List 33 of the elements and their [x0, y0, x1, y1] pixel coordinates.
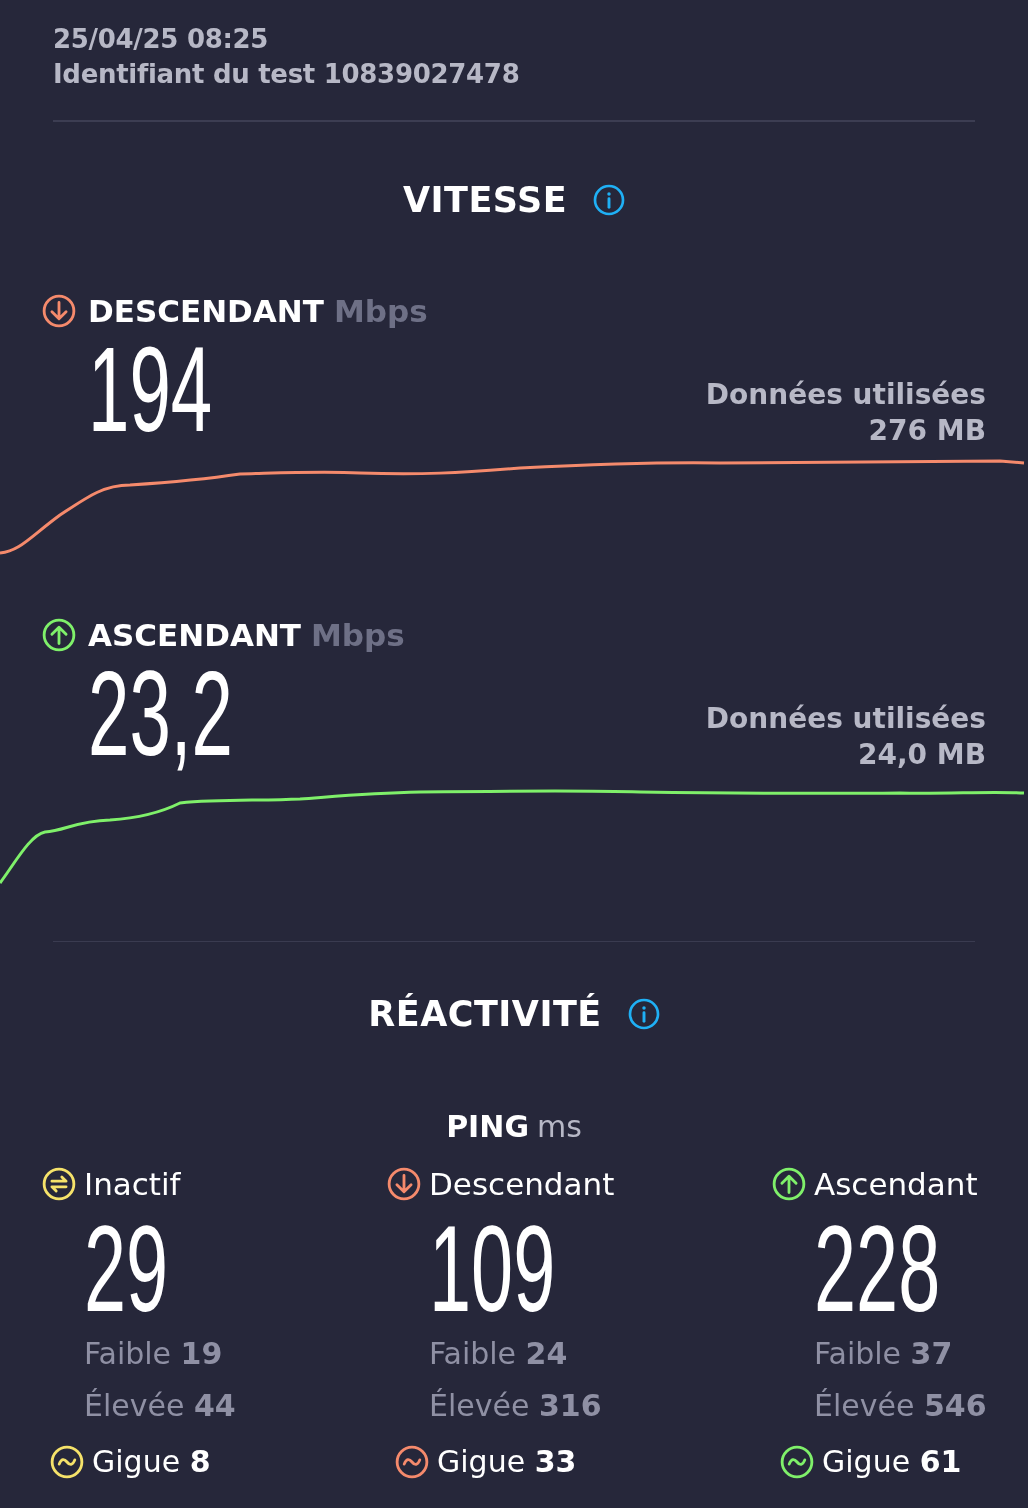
jitter-text: Gigue 33 [437, 1444, 577, 1479]
data-used-label: Données utilisées [705, 377, 986, 413]
high-latency-text: Élevée 546 [814, 1387, 987, 1425]
ping-value: 109 [429, 1210, 556, 1328]
ping-value: 29 [84, 1210, 169, 1328]
wave-icon [50, 1444, 84, 1479]
low-latency-text: Faible 19 [84, 1335, 223, 1373]
ping-column-label: Ascendant [814, 1166, 978, 1202]
info-icon[interactable] [593, 184, 626, 216]
unit-label: Mbps [333, 293, 428, 329]
low-latency-text: Faible 37 [814, 1335, 953, 1373]
ping-label: PING [446, 1109, 529, 1144]
ping-column-label: Inactif [84, 1166, 181, 1202]
ping-value: 228 [814, 1210, 941, 1328]
test-id: Identifiant du test 10839027478 [53, 58, 521, 91]
two-way-arrows-icon [42, 1167, 76, 1201]
high-latency-text: Élevée 44 [84, 1387, 236, 1425]
section-title: RÉACTIVITÉ [368, 994, 602, 1034]
high-latency-text: Élevée 316 [429, 1387, 602, 1425]
jitter-text: Gigue 8 [92, 1444, 211, 1479]
unit-label: Mbps [311, 617, 405, 653]
ping-column-label: Descendant [429, 1166, 615, 1202]
data-used-value: 24,0 MB [857, 737, 986, 773]
test-date: 25/04/25 08:25 [53, 23, 270, 56]
info-icon[interactable] [627, 998, 660, 1030]
jitter-text: Gigue 61 [822, 1444, 962, 1479]
data-used-value: 276 MB [868, 413, 986, 449]
low-latency-text: Faible 24 [429, 1335, 568, 1373]
section-title: VITESSE [402, 180, 568, 220]
wave-icon [780, 1444, 814, 1479]
data-used-label: Données utilisées [705, 701, 986, 737]
unit-label: ms [537, 1109, 582, 1144]
wave-icon [395, 1444, 429, 1479]
